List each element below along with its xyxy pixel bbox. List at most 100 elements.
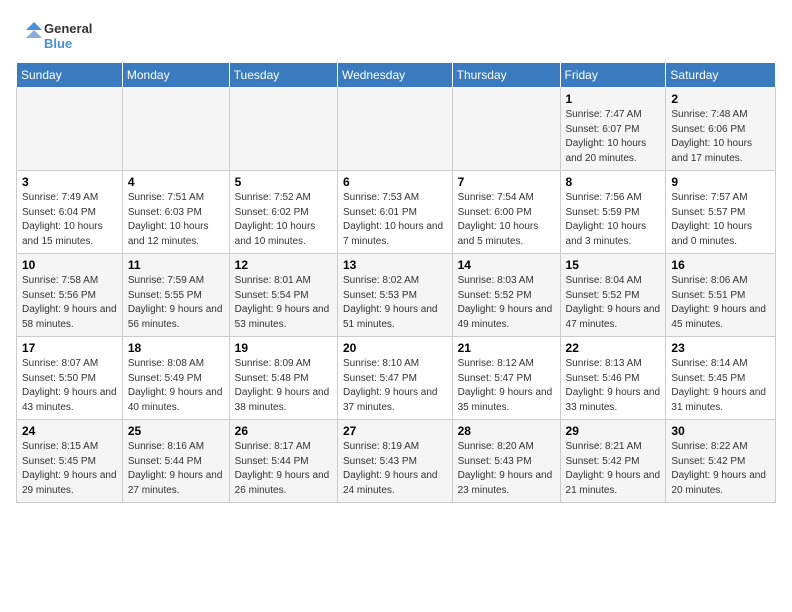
day-number: 9: [671, 175, 770, 189]
day-info: Sunrise: 7:47 AM Sunset: 6:07 PM Dayligh…: [566, 108, 661, 166]
calendar-cell: 12Sunrise: 8:01 AM Sunset: 5:54 PM Dayli…: [229, 254, 337, 337]
calendar-cell: 9Sunrise: 7:57 AM Sunset: 5:57 PM Daylig…: [666, 171, 776, 254]
svg-text:General: General: [44, 21, 92, 36]
calendar-cell: 21 Sunrise: 8:12 AM Sunset: 5:47 PM Dayli…: [452, 337, 560, 420]
day-info: Sunrise: 8:14 AM Sunset: 5:45 PM Dayligh…: [671, 357, 770, 415]
day-number: 22: [566, 341, 661, 355]
calendar-cell: 26Sunrise: 8:17 AM Sunset: 5:44 PM Dayli…: [229, 420, 337, 503]
day-number: 21: [458, 341, 555, 355]
day-info: Sunrise: 8:07 AM Sunset: 5:50 PM Dayligh…: [22, 357, 117, 415]
day-info: Sunrise: 8:02 AM Sunset: 5:53 PM Dayligh…: [343, 274, 447, 332]
day-number: 16: [671, 258, 770, 272]
day-number: 11: [128, 258, 224, 272]
day-number: 27: [343, 424, 447, 438]
calendar-cell: 2Sunrise: 7:48 AM Sunset: 6:06 PM Daylig…: [666, 88, 776, 171]
day-number: 12: [235, 258, 332, 272]
day-number: 23: [671, 341, 770, 355]
header: General Blue: [16, 16, 776, 56]
day-info: Sunrise: 8:09 AM Sunset: 5:48 PM Dayligh…: [235, 357, 332, 415]
calendar-cell: 5 Sunrise: 7:52 AM Sunset: 6:02 PM Daylig…: [229, 171, 337, 254]
day-info: Sunrise: 8:03 AM Sunset: 5:52 PM Dayligh…: [458, 274, 555, 332]
day-info: Sunrise: 7:59 AM Sunset: 5:55 PM Dayligh…: [128, 274, 224, 332]
day-info: Sunrise: 8:15 AM Sunset: 5:45 PM Dayligh…: [22, 440, 117, 498]
logo: General Blue: [16, 16, 96, 56]
day-info: Sunrise: 7:56 AM Sunset: 5:59 PM Dayligh…: [566, 191, 661, 249]
calendar-cell: 3 Sunrise: 7:49 AM Sunset: 6:04 PM Daylig…: [17, 171, 123, 254]
calendar-cell: 1Sunrise: 7:47 AM Sunset: 6:07 PM Daylig…: [560, 88, 666, 171]
calendar-cell: 29 Sunrise: 8:21 AM Sunset: 5:42 PM Dayli…: [560, 420, 666, 503]
calendar-cell: [229, 88, 337, 171]
calendar-cell: 14 Sunrise: 8:03 AM Sunset: 5:52 PM Dayli…: [452, 254, 560, 337]
day-number: 29: [566, 424, 661, 438]
day-info: Sunrise: 8:08 AM Sunset: 5:49 PM Dayligh…: [128, 357, 224, 415]
day-number: 25: [128, 424, 224, 438]
calendar-cell: 4 Sunrise: 7:51 AM Sunset: 6:03 PM Daylig…: [122, 171, 229, 254]
calendar-cell: 8 Sunrise: 7:56 AM Sunset: 5:59 PM Daylig…: [560, 171, 666, 254]
calendar-cell: 30 Sunrise: 8:22 AM Sunset: 5:42 PM Dayli…: [666, 420, 776, 503]
calendar-cell: 10 Sunrise: 7:58 AM Sunset: 5:56 PM Dayli…: [17, 254, 123, 337]
calendar-table: SundayMondayTuesdayWednesdayThursdayFrid…: [16, 62, 776, 503]
weekday-header-sunday: Sunday: [17, 63, 123, 88]
day-number: 4: [128, 175, 224, 189]
day-info: Sunrise: 8:22 AM Sunset: 5:42 PM Dayligh…: [671, 440, 770, 498]
calendar-cell: [452, 88, 560, 171]
day-info: Sunrise: 7:54 AM Sunset: 6:00 PM Dayligh…: [458, 191, 555, 249]
day-number: 24: [22, 424, 117, 438]
weekday-header-wednesday: Wednesday: [337, 63, 452, 88]
day-info: Sunrise: 8:12 AM Sunset: 5:47 PM Dayligh…: [458, 357, 555, 415]
day-number: 10: [22, 258, 117, 272]
day-info: Sunrise: 7:52 AM Sunset: 6:02 PM Dayligh…: [235, 191, 332, 249]
weekday-header-thursday: Thursday: [452, 63, 560, 88]
day-info: Sunrise: 8:19 AM Sunset: 5:43 PM Dayligh…: [343, 440, 447, 498]
calendar-cell: 13 Sunrise: 8:02 AM Sunset: 5:53 PM Dayli…: [337, 254, 452, 337]
day-number: 19: [235, 341, 332, 355]
day-number: 26: [235, 424, 332, 438]
day-info: Sunrise: 8:16 AM Sunset: 5:44 PM Dayligh…: [128, 440, 224, 498]
day-info: Sunrise: 8:04 AM Sunset: 5:52 PM Dayligh…: [566, 274, 661, 332]
day-number: 20: [343, 341, 447, 355]
day-number: 3: [22, 175, 117, 189]
calendar-cell: [122, 88, 229, 171]
day-info: Sunrise: 8:10 AM Sunset: 5:47 PM Dayligh…: [343, 357, 447, 415]
calendar-cell: 17 Sunrise: 8:07 AM Sunset: 5:50 PM Dayli…: [17, 337, 123, 420]
calendar-cell: 22 Sunrise: 8:13 AM Sunset: 5:46 PM Dayli…: [560, 337, 666, 420]
week-row-0: 1Sunrise: 7:47 AM Sunset: 6:07 PM Daylig…: [17, 88, 776, 171]
weekday-header-tuesday: Tuesday: [229, 63, 337, 88]
calendar-cell: 16 Sunrise: 8:06 AM Sunset: 5:51 PM Dayli…: [666, 254, 776, 337]
day-info: Sunrise: 7:58 AM Sunset: 5:56 PM Dayligh…: [22, 274, 117, 332]
day-number: 13: [343, 258, 447, 272]
day-info: Sunrise: 8:20 AM Sunset: 5:43 PM Dayligh…: [458, 440, 555, 498]
week-row-3: 17 Sunrise: 8:07 AM Sunset: 5:50 PM Dayli…: [17, 337, 776, 420]
day-number: 17: [22, 341, 117, 355]
calendar-cell: [17, 88, 123, 171]
week-row-4: 24 Sunrise: 8:15 AM Sunset: 5:45 PM Dayli…: [17, 420, 776, 503]
day-number: 18: [128, 341, 224, 355]
day-number: 30: [671, 424, 770, 438]
week-row-1: 3 Sunrise: 7:49 AM Sunset: 6:04 PM Daylig…: [17, 171, 776, 254]
day-info: Sunrise: 7:48 AM Sunset: 6:06 PM Dayligh…: [671, 108, 770, 166]
calendar-cell: 7Sunrise: 7:54 AM Sunset: 6:00 PM Daylig…: [452, 171, 560, 254]
weekday-header-monday: Monday: [122, 63, 229, 88]
calendar-cell: 23 Sunrise: 8:14 AM Sunset: 5:45 PM Dayli…: [666, 337, 776, 420]
calendar-cell: 19 Sunrise: 8:09 AM Sunset: 5:48 PM Dayli…: [229, 337, 337, 420]
svg-text:Blue: Blue: [44, 36, 72, 51]
weekday-header-friday: Friday: [560, 63, 666, 88]
calendar-cell: 15 Sunrise: 8:04 AM Sunset: 5:52 PM Dayli…: [560, 254, 666, 337]
weekday-header-row: SundayMondayTuesdayWednesdayThursdayFrid…: [17, 63, 776, 88]
day-number: 5: [235, 175, 332, 189]
logo-svg: General Blue: [16, 16, 96, 56]
day-number: 14: [458, 258, 555, 272]
day-info: Sunrise: 8:13 AM Sunset: 5:46 PM Dayligh…: [566, 357, 661, 415]
day-info: Sunrise: 8:21 AM Sunset: 5:42 PM Dayligh…: [566, 440, 661, 498]
day-info: Sunrise: 7:53 AM Sunset: 6:01 PM Dayligh…: [343, 191, 447, 249]
day-info: Sunrise: 7:49 AM Sunset: 6:04 PM Dayligh…: [22, 191, 117, 249]
weekday-header-saturday: Saturday: [666, 63, 776, 88]
week-row-2: 10 Sunrise: 7:58 AM Sunset: 5:56 PM Dayli…: [17, 254, 776, 337]
calendar-cell: 18 Sunrise: 8:08 AM Sunset: 5:49 PM Dayli…: [122, 337, 229, 420]
day-number: 28: [458, 424, 555, 438]
day-number: 15: [566, 258, 661, 272]
day-info: Sunrise: 7:51 AM Sunset: 6:03 PM Dayligh…: [128, 191, 224, 249]
day-info: Sunrise: 8:06 AM Sunset: 5:51 PM Dayligh…: [671, 274, 770, 332]
day-number: 8: [566, 175, 661, 189]
calendar-cell: 11 Sunrise: 7:59 AM Sunset: 5:55 PM Dayli…: [122, 254, 229, 337]
